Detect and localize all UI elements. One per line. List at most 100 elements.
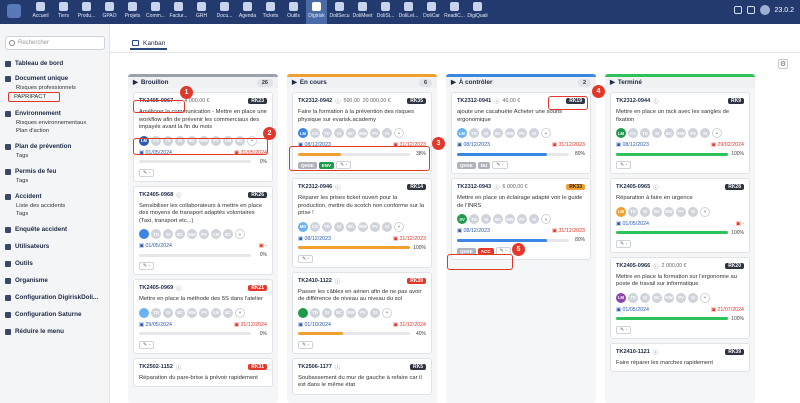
category-tag[interactable]: ENV (318, 161, 335, 169)
assignee-avatar[interactable]: SI (163, 229, 173, 239)
risk-badge[interactable]: RK19 (566, 98, 585, 104)
kanban-card[interactable]: TK2405-0966 ⓘ 2 000,00 € RK20 Mettre en plac… (610, 256, 750, 339)
category-tag[interactable]: QHSE (457, 247, 476, 255)
risk-badge[interactable]: RK35 (407, 98, 426, 104)
assignee-avatar[interactable]: SI (334, 221, 344, 232)
assignee-avatar[interactable]: BC (493, 214, 503, 224)
risk-badge[interactable]: RK31 (248, 363, 267, 370)
topnav-item-3[interactable]: GPAO (99, 0, 120, 24)
kanban-card[interactable]: TK2506-1177 ⓘ RK5 Soubassement du mur de ga… (292, 357, 432, 395)
assignee-avatar[interactable]: LM (139, 135, 149, 146)
topnav-item-8[interactable]: Docu... (214, 0, 235, 24)
sidebar-item-18[interactable]: Configuration DigiriskDoli... (5, 292, 104, 303)
assignee-avatar[interactable]: LM (211, 229, 221, 239)
kanban-card[interactable]: TK2410-1122 ⓘ RK39 Passer les câbles en aér… (292, 271, 432, 354)
assignee-avatar[interactable]: BC (235, 135, 245, 146)
add-assignee-icon[interactable]: + (712, 128, 722, 138)
add-tag-button[interactable]: ✎ - (492, 161, 508, 169)
kanban-card[interactable]: TK2405-0969 ⓘ RK21 Mettre en place la métho… (133, 279, 273, 354)
card-reference[interactable]: TK2410-1122 (298, 278, 332, 284)
topnav-item-18[interactable]: ReadiC... (444, 0, 465, 24)
assignee-avatar[interactable]: MD (298, 221, 308, 232)
assignee-avatar[interactable]: BC (175, 307, 185, 318)
kanban-card[interactable]: TK2502-1152 ⓘ RK31 Réparation du pare-brise… (133, 357, 273, 387)
risk-badge[interactable]: RK23 (248, 98, 267, 104)
topnav-item-2[interactable]: Produ... (76, 0, 97, 24)
assignee-avatar[interactable]: TD (322, 221, 332, 232)
assignee-avatar[interactable]: BC (346, 128, 356, 138)
sidebar-subitem-3[interactable]: PAPRIPACT (8, 92, 60, 102)
add-assignee-icon[interactable]: + (700, 206, 710, 217)
assignee-avatar[interactable]: BC (652, 292, 662, 303)
topnav-item-1[interactable]: Tiers (53, 0, 74, 24)
info-icon[interactable]: ⓘ (494, 97, 499, 105)
assignee-avatar[interactable]: LM (211, 307, 221, 318)
assignee-avatar[interactable]: CG (310, 221, 320, 232)
sidebar-subitem-6[interactable]: Plan d'action (5, 127, 104, 135)
assignee-avatar[interactable]: PV (688, 128, 698, 138)
assignee-avatar[interactable]: PV (676, 292, 686, 303)
category-tag[interactable]: DU (477, 161, 491, 169)
card-reference[interactable]: TK2405-0968 (139, 192, 173, 198)
info-icon[interactable]: ⓘ (335, 97, 340, 105)
add-assignee-icon[interactable]: + (235, 307, 245, 318)
assignee-avatar[interactable]: TD (469, 214, 479, 224)
assignee-avatar[interactable]: SI (688, 292, 698, 303)
info-icon[interactable]: ⓘ (653, 97, 658, 105)
assignee-avatar[interactable]: MW (346, 307, 356, 318)
assignee-avatar[interactable]: TD (628, 206, 638, 217)
assignee-avatar[interactable]: PV (211, 135, 221, 146)
assignee-avatar[interactable]: TD (322, 128, 332, 138)
assignee-avatar[interactable]: TD (163, 135, 173, 146)
topnav-item-6[interactable]: Factur... (168, 0, 189, 24)
assignee-avatar[interactable]: BC (346, 221, 356, 232)
info-icon[interactable]: ⓘ (653, 183, 658, 191)
add-tag-button[interactable]: ✎ - (139, 168, 155, 177)
card-reference[interactable]: TK2312-0942 (298, 98, 332, 104)
assignee-avatar[interactable]: MW (505, 214, 515, 224)
kanban-card[interactable]: TK2410-1121 ⓘ RK39 Faire réparer les marche… (610, 342, 750, 372)
add-assignee-icon[interactable]: + (394, 128, 404, 138)
assignee-avatar[interactable]: SI (688, 206, 698, 217)
assignee-avatar[interactable]: PV (199, 229, 209, 239)
add-tag-button[interactable]: ✎ - (616, 161, 632, 169)
assignee-avatar[interactable] (298, 307, 308, 318)
add-assignee-icon[interactable]: + (541, 128, 551, 138)
kanban-card[interactable]: TK2312-0944 ⓘ RK9 Mettre en place un rack a… (610, 92, 750, 174)
card-reference[interactable]: TK2502-1152 (139, 364, 173, 370)
sidebar-subitem-12[interactable]: Liste des accidents (5, 202, 104, 210)
info-icon[interactable]: ⓘ (653, 262, 658, 270)
sidebar-subitem-10[interactable]: Tags (5, 177, 104, 185)
assignee-avatar[interactable]: BC (223, 307, 233, 318)
topnav-item-12[interactable]: Digirisk (306, 0, 327, 24)
sidebar-item-0[interactable]: Tableau de bord (5, 58, 104, 69)
card-reference[interactable]: TK2312-0943 (457, 184, 491, 190)
info-icon[interactable]: ⓘ (176, 284, 181, 292)
assignee-avatar[interactable]: LM (616, 292, 626, 303)
assignee-avatar[interactable]: SI (370, 307, 380, 318)
add-tag-button[interactable]: ✎ - (616, 239, 632, 248)
assignee-avatar[interactable]: SV (457, 214, 467, 224)
category-tag[interactable]: QHSE (457, 161, 476, 169)
assignee-avatar[interactable]: CG (628, 128, 638, 138)
bookmark-icon[interactable] (746, 6, 755, 14)
assignee-avatar[interactable]: LM (298, 128, 308, 138)
assignee-avatar[interactable] (139, 307, 149, 318)
sidebar-subitem-2[interactable]: Risques professionnels (5, 84, 104, 92)
risk-badge[interactable]: RK33 (566, 184, 585, 190)
assignee-avatar[interactable]: PV (517, 214, 527, 224)
sidebar-item-14[interactable]: Enquête accident (5, 224, 104, 235)
assignee-avatar[interactable]: BC (493, 128, 503, 138)
sidebar-item-11[interactable]: Accident (5, 191, 104, 202)
tab-kanban[interactable]: Kanban (130, 36, 168, 50)
add-tag-button[interactable]: ✎ - (495, 247, 511, 255)
add-tag-button[interactable]: ✎ - (616, 325, 632, 334)
topnav-item-0[interactable]: Accueil (30, 0, 51, 24)
topnav-item-4[interactable]: Projets (122, 0, 143, 24)
assignee-avatar[interactable]: PV (358, 307, 368, 318)
assignee-avatar[interactable]: SI (175, 135, 185, 146)
assignee-avatar[interactable]: LM (616, 206, 626, 217)
add-tag-button[interactable]: ✎ - (298, 254, 314, 263)
risk-badge[interactable]: RK9 (727, 98, 744, 104)
card-reference[interactable]: TK2506-1177 (298, 364, 332, 370)
